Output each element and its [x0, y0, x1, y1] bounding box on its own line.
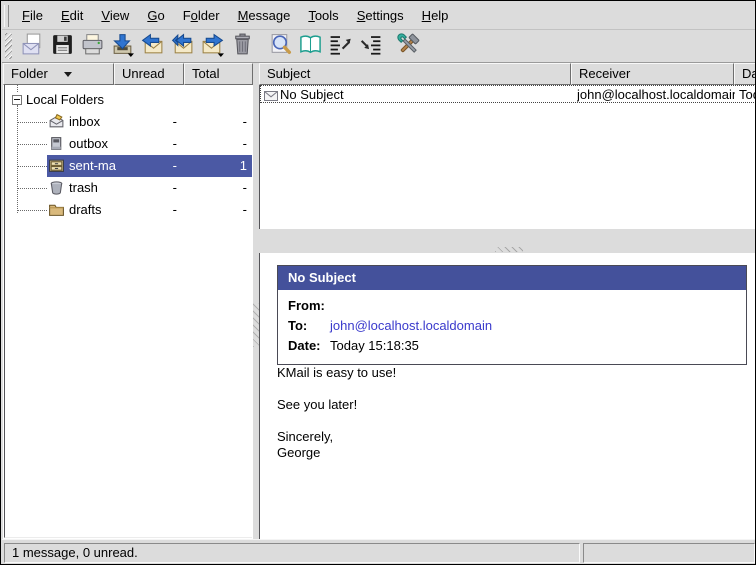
message-list: No Subject john@localhost.localdomain To…	[259, 85, 756, 229]
menu-folder[interactable]: Folder	[174, 4, 229, 27]
expand-thread-icon	[358, 32, 383, 60]
recipient-email-link[interactable]: john@localhost.localdomain	[330, 316, 492, 336]
forward-button[interactable]	[197, 31, 227, 61]
new-message-icon	[20, 32, 45, 60]
date-column-header[interactable]: Date	[734, 63, 756, 85]
subject-column-header[interactable]: Subject	[259, 63, 571, 85]
status-bar: 1 message, 0 unread.	[2, 539, 756, 565]
message-preview-pane: No Subject From: To: john@localhost.loca…	[259, 253, 756, 539]
reply-icon	[140, 32, 165, 60]
collapse-thread-button[interactable]	[325, 31, 355, 61]
folder-row-trash[interactable]: trash - -	[5, 177, 252, 199]
check-mail-icon	[110, 32, 135, 60]
new-message-button[interactable]	[17, 31, 47, 61]
status-message: 1 message, 0 unread.	[4, 543, 580, 563]
menu-bar: File Edit View Go Folder Message Tools S…	[2, 2, 755, 30]
horizontal-splitter[interactable]	[259, 245, 756, 253]
configure-button[interactable]	[393, 31, 423, 61]
folder-tree: Local Folders inbox - - outbox - - sent-…	[4, 85, 252, 538]
body-line: See you later!	[277, 397, 396, 413]
status-cell-empty	[583, 543, 755, 563]
expand-thread-button[interactable]	[355, 31, 385, 61]
reply-all-button[interactable]	[167, 31, 197, 61]
root-folder-label: Local Folders	[26, 92, 104, 107]
sent-folder-icon	[48, 157, 65, 174]
trash-icon	[230, 32, 255, 60]
drafts-folder-icon	[48, 201, 65, 218]
folder-row-outbox[interactable]: outbox - -	[5, 133, 252, 155]
print-icon	[80, 32, 105, 60]
menu-edit[interactable]: Edit	[52, 4, 92, 27]
folder-pane: Folder Unread Total Local Folders inbox …	[3, 63, 253, 539]
menu-tools[interactable]: Tools	[299, 4, 347, 27]
body-line: George	[277, 445, 396, 461]
print-button[interactable]	[77, 31, 107, 61]
total-column-header[interactable]: Total	[184, 63, 253, 85]
reply-all-icon	[170, 32, 195, 60]
trash-folder-icon	[48, 179, 65, 196]
toolbar-grip[interactable]	[5, 33, 12, 59]
inbox-folder-icon	[48, 113, 65, 130]
body-line: KMail is easy to use!	[277, 365, 396, 381]
menu-settings[interactable]: Settings	[348, 4, 413, 27]
splitter-grip[interactable]	[495, 247, 523, 252]
collapse-thread-icon	[328, 32, 353, 60]
sort-arrow-icon	[64, 72, 72, 77]
message-row[interactable]: No Subject john@localhost.localdomain To…	[260, 85, 756, 103]
folder-column-header[interactable]: Folder	[3, 63, 114, 85]
folder-row-inbox[interactable]: inbox - -	[5, 111, 252, 133]
address-book-button[interactable]	[295, 31, 325, 61]
menu-file[interactable]: File	[13, 4, 52, 27]
message-body: KMail is easy to use! See you later! Sin…	[277, 365, 396, 461]
menu-message[interactable]: Message	[229, 4, 300, 27]
menu-help[interactable]: Help	[413, 4, 458, 27]
outbox-folder-icon	[48, 135, 65, 152]
receiver-column-header[interactable]: Receiver	[571, 63, 734, 85]
menu-go[interactable]: Go	[138, 4, 173, 27]
mail-envelope-icon	[264, 89, 278, 99]
forward-icon	[200, 32, 225, 60]
menubar-grip[interactable]	[4, 5, 9, 27]
check-mail-button[interactable]	[107, 31, 137, 61]
find-button[interactable]	[265, 31, 295, 61]
date-row: Date: Today 15:18:35	[288, 336, 736, 356]
collapse-expander-icon[interactable]	[12, 95, 22, 105]
from-row: From:	[288, 296, 736, 316]
address-book-icon	[298, 32, 323, 60]
message-header-box: No Subject From: To: john@localhost.loca…	[277, 265, 747, 365]
find-icon	[268, 32, 293, 60]
configure-icon	[396, 32, 421, 60]
kmail-window: File Edit View Go Folder Message Tools S…	[0, 0, 756, 565]
trash-button[interactable]	[227, 31, 257, 61]
menu-view[interactable]: View	[92, 4, 138, 27]
message-subject-bar: No Subject	[278, 266, 746, 290]
message-list-pane: Subject Receiver Date No Subject john@lo…	[259, 63, 756, 245]
save-button[interactable]	[47, 31, 77, 61]
folder-row-sent-ma[interactable]: sent-ma - 1	[5, 155, 252, 177]
save-icon	[50, 32, 75, 60]
unread-column-header[interactable]: Unread	[114, 63, 184, 85]
main-toolbar	[2, 30, 755, 63]
folder-row-local-folders[interactable]: Local Folders	[5, 89, 252, 111]
reply-button[interactable]	[137, 31, 167, 61]
folder-row-drafts[interactable]: drafts - -	[5, 199, 252, 221]
body-line: Sincerely,	[277, 429, 396, 445]
to-row: To: john@localhost.localdomain	[288, 316, 736, 336]
